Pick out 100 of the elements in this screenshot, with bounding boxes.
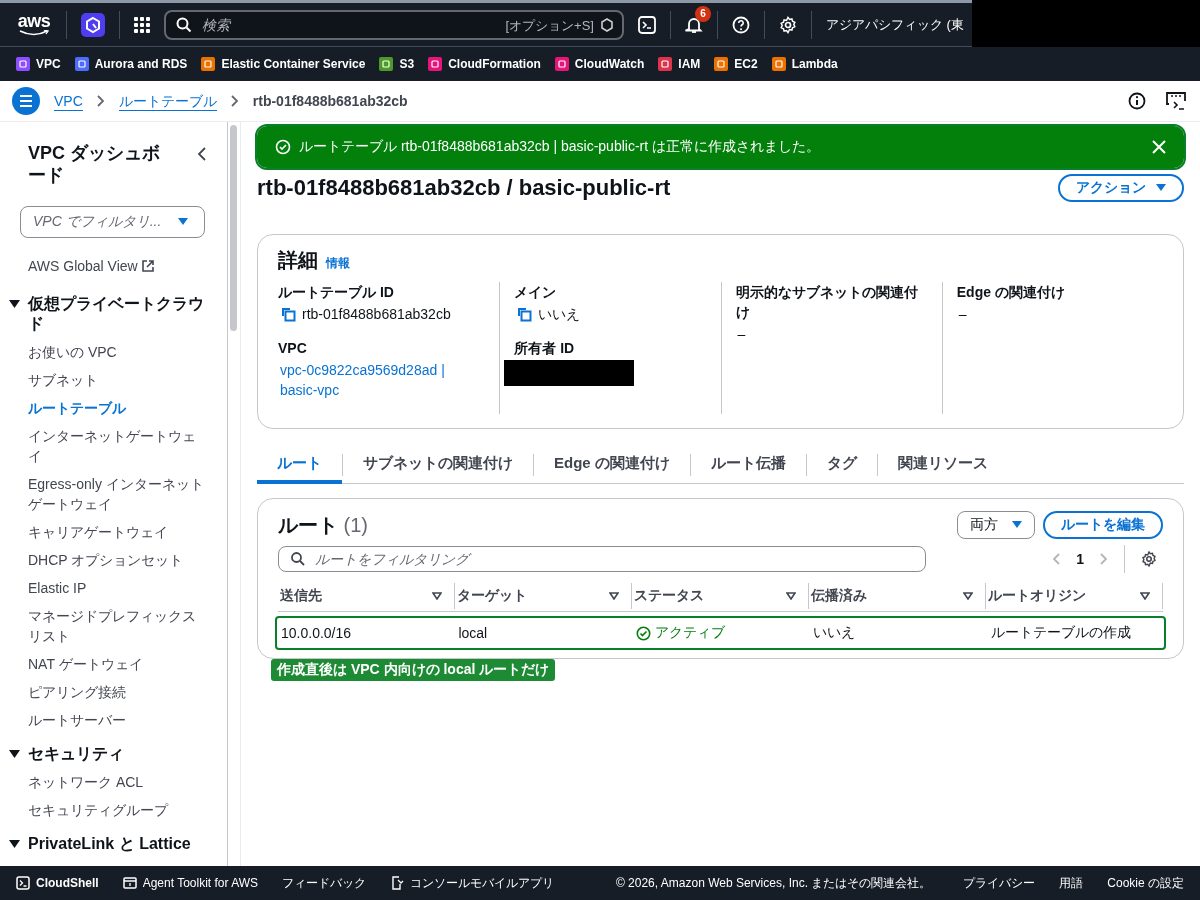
nav-link[interactable]: ルートサーバー — [28, 706, 207, 734]
bell-icon[interactable] — [685, 15, 703, 34]
breadcrumb-link[interactable]: VPC — [54, 91, 83, 111]
sort-icon[interactable] — [963, 592, 973, 600]
favorite-link[interactable]: VPC — [16, 57, 61, 71]
favorite-link[interactable]: IAM — [658, 57, 701, 71]
info-icon[interactable] — [1128, 92, 1146, 110]
field-label: 明示的なサブネットの関連付け — [735, 283, 919, 322]
nav-link[interactable]: サブネット — [28, 366, 207, 394]
column-header[interactable]: ターゲット — [457, 587, 527, 605]
nav-link[interactable]: マネージドプレフィックスリスト — [28, 602, 207, 650]
footer-link[interactable]: CloudShell — [16, 876, 99, 890]
tab[interactable]: Edge の関連付け — [534, 447, 690, 484]
tab[interactable]: ルート — [257, 447, 342, 484]
favorite-link[interactable]: Elastic Container Service — [201, 57, 366, 71]
tab[interactable]: ルート伝播 — [690, 447, 806, 484]
tab[interactable]: 関連リソース — [877, 447, 1008, 484]
filter-dropdown[interactable]: 両方 — [957, 511, 1035, 539]
nav-link[interactable]: ピアリング接続 — [28, 678, 207, 706]
field-value: rtb-01f8488b681ab32cb — [302, 305, 451, 324]
nav-link[interactable]: キャリアゲートウェイ — [28, 518, 207, 546]
filter-field[interactable]: ルートをフィルタリング — [278, 546, 926, 572]
sort-icon[interactable] — [609, 592, 619, 600]
field-label: 所有者 ID — [514, 339, 576, 358]
vpc-link[interactable]: vpc-0c9822ca9569d28ad | basic-vpc — [280, 360, 460, 400]
tab[interactable]: サブネットの関連付け — [343, 447, 533, 484]
aws-logo[interactable]: aws — [16, 13, 52, 36]
field-value: – — [737, 325, 746, 344]
caret-down-icon — [1156, 184, 1166, 192]
settings-icon[interactable] — [1141, 551, 1157, 567]
nav-link[interactable]: Elastic IP — [28, 574, 207, 602]
nav-link[interactable]: お使いの VPC — [28, 338, 207, 366]
sidebar-title[interactable]: VPC ダッシュボード — [28, 142, 168, 186]
breadcrumb-current: rtb-01f8488b681ab32cb — [252, 93, 408, 109]
sort-icon[interactable] — [786, 592, 796, 600]
table-cell: いいえ — [813, 624, 856, 642]
footer-link[interactable]: フィードバック — [282, 874, 367, 892]
nav-link[interactable]: ルートテーブル — [28, 394, 207, 422]
nav-section[interactable]: 仮想プライベートクラウド — [9, 294, 207, 334]
favorite-link[interactable]: Lambda — [771, 57, 838, 71]
nav-link[interactable]: DHCP オプションセット — [28, 546, 207, 574]
app-icon[interactable] — [81, 12, 105, 37]
menu-icon[interactable] — [12, 87, 40, 115]
field-label: メイン — [514, 283, 558, 302]
footer-link[interactable]: 用語 — [1059, 874, 1084, 892]
field-value: いいえ — [538, 305, 581, 324]
edit-routes-button[interactable]: ルートを編集 — [1043, 511, 1163, 539]
actions-button[interactable]: アクション — [1058, 174, 1184, 202]
filter-dropdown[interactable]: VPC でフィルタリ... — [20, 206, 205, 238]
apps-grid-icon[interactable] — [134, 16, 150, 33]
footer-link[interactable]: プライバシー — [963, 874, 1036, 892]
nav-link[interactable]: AWS Global View — [28, 252, 207, 280]
nav-section[interactable]: セキュリティ — [9, 744, 207, 764]
nav-link[interactable]: セキュリティグループ — [28, 796, 207, 824]
favorite-link[interactable]: CloudFormation — [428, 57, 541, 71]
chevron-right-icon — [96, 95, 105, 107]
scrollbar[interactable] — [228, 122, 241, 866]
close-icon[interactable] — [1152, 140, 1166, 154]
nav-link[interactable]: Egress-only インターネットゲートウェイ — [28, 470, 207, 518]
favorite-link[interactable]: S3 — [379, 57, 415, 71]
column-header[interactable]: ステータス — [634, 587, 704, 605]
tab[interactable]: タグ — [806, 447, 877, 484]
column-header[interactable]: ルートオリジン — [988, 587, 1086, 605]
field-value: – — [958, 305, 967, 324]
nav-section[interactable]: PrivateLink と Lattice — [9, 834, 207, 854]
info-link[interactable]: 情報 — [326, 255, 350, 272]
nav-link[interactable]: インターネットゲートウェイ — [28, 422, 207, 470]
section-title: 詳細 — [278, 248, 318, 273]
footer-link[interactable]: コンソールモバイルアプリ — [390, 874, 555, 892]
screen-icon[interactable] — [1166, 92, 1186, 110]
breadcrumb-link[interactable]: ルートテーブル — [118, 91, 217, 111]
toolbox-icon — [122, 876, 137, 890]
annotation-label: 作成直後は VPC 内向けの local ルートだけ — [271, 659, 556, 681]
favorite-link[interactable]: Aurora and RDS — [74, 57, 188, 71]
field-label: Edge の関連付け — [956, 283, 1066, 302]
chevron-right-icon — [230, 95, 239, 107]
footer-link[interactable]: Agent Toolkit for AWS — [122, 876, 259, 890]
terminal-icon — [16, 876, 30, 890]
column-header[interactable]: 送信先 — [280, 587, 322, 605]
column-header[interactable]: 伝播済み — [811, 587, 867, 605]
region-selector[interactable]: アジアパシフィック (東 — [826, 15, 964, 34]
field-label: VPC — [278, 339, 308, 358]
collapse-icon[interactable] — [197, 147, 207, 161]
caret-down-icon — [1012, 521, 1022, 529]
help-icon[interactable] — [732, 15, 750, 34]
table-row[interactable]: 10.0.0.0/16 local アクティブ いいえ ルートテーブルの作成 — [275, 616, 1166, 650]
favorite-link[interactable]: CloudWatch — [554, 57, 645, 71]
search-icon — [176, 16, 192, 33]
favorite-link[interactable]: EC2 — [714, 57, 758, 71]
status-label: アクティブ — [635, 624, 725, 642]
terminal-icon[interactable] — [638, 15, 656, 34]
field-label: ルートテーブル ID — [278, 283, 395, 302]
footer-link[interactable]: Cookie の設定 — [1107, 874, 1184, 892]
page-number[interactable]: 1 — [1076, 551, 1084, 567]
phone-icon — [390, 876, 405, 890]
sort-icon[interactable] — [1140, 592, 1150, 600]
sort-icon[interactable] — [432, 592, 442, 600]
nav-link[interactable]: NAT ゲートウェイ — [28, 650, 207, 678]
nav-link[interactable]: ネットワーク ACL — [28, 768, 207, 796]
external-link-icon — [141, 260, 154, 272]
